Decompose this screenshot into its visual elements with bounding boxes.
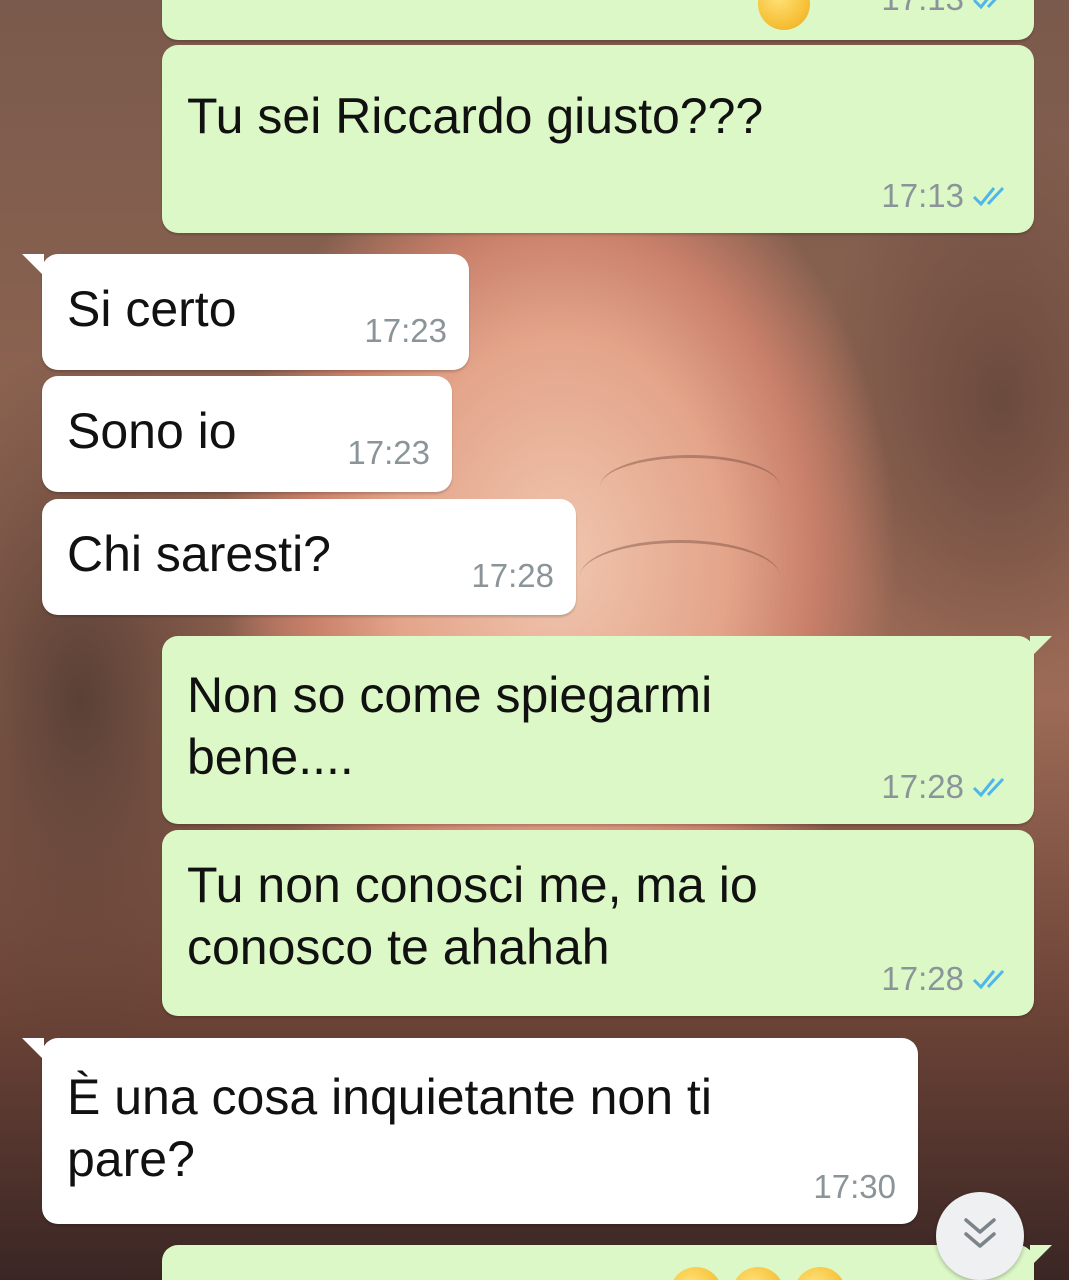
message-outgoing[interactable]: Tu sei Riccardo giusto??? 17:13	[162, 45, 1034, 233]
bubble-tail	[22, 254, 44, 276]
grinning-face-emoji-icon	[732, 1267, 784, 1280]
bubble-tail	[1030, 636, 1052, 658]
bubble-tail	[22, 1038, 44, 1060]
grinning-face-emoji-icon	[794, 1267, 846, 1280]
message-incoming[interactable]: Sono io 17:23	[42, 376, 452, 492]
message-text: Si certo	[67, 281, 237, 337]
message-time: 17:13	[881, 0, 964, 18]
message-time: 17:23	[347, 434, 430, 471]
background-photo-detail	[600, 455, 780, 518]
bubble-tail	[1030, 1245, 1052, 1267]
message-incoming[interactable]: Si certo 17:23	[22, 254, 469, 370]
message-time: 17:30	[813, 1168, 896, 1205]
double-check-icon	[972, 184, 1012, 208]
message-incoming[interactable]: Chi saresti? 17:28	[42, 499, 576, 615]
scroll-to-bottom-button[interactable]	[936, 1192, 1024, 1280]
background-photo-detail	[580, 540, 780, 613]
message-text: Non so come spiegarmi bene....	[187, 667, 713, 785]
message-text: Chi saresti?	[67, 526, 331, 582]
message-text: Tu sei Riccardo giusto???	[187, 88, 764, 144]
double-check-icon	[972, 967, 1012, 991]
message-time: 17:28	[881, 960, 964, 997]
message-time: 17:23	[364, 312, 447, 349]
chevron-double-down-icon	[960, 1216, 1000, 1257]
message-text: È una cosa inquietante non ti pare?	[67, 1069, 712, 1187]
message-time: 17:28	[881, 768, 964, 805]
message-time: 17:28	[471, 557, 554, 594]
double-check-icon	[972, 775, 1012, 799]
message-outgoing[interactable]: Non so come spiegarmi bene.... 17:28	[162, 636, 1052, 824]
grinning-face-emoji-icon	[758, 0, 810, 30]
message-time: 17:13	[881, 177, 964, 214]
grinning-face-emoji-icon	[670, 1267, 722, 1280]
message-outgoing[interactable]: 17:13	[162, 0, 1034, 40]
double-check-icon	[972, 0, 1012, 11]
message-text: Tu non conosci me, ma io conosco te ahah…	[187, 857, 758, 975]
message-outgoing[interactable]: Tu non conosci me, ma io conosco te ahah…	[162, 830, 1034, 1016]
chat-background: 17:13 Tu sei Riccardo giusto??? 17:13 Si…	[0, 0, 1069, 1280]
message-outgoing[interactable]	[162, 1245, 1052, 1280]
message-incoming[interactable]: È una cosa inquietante non ti pare? 17:3…	[22, 1038, 918, 1224]
message-text: Sono io	[67, 403, 237, 459]
